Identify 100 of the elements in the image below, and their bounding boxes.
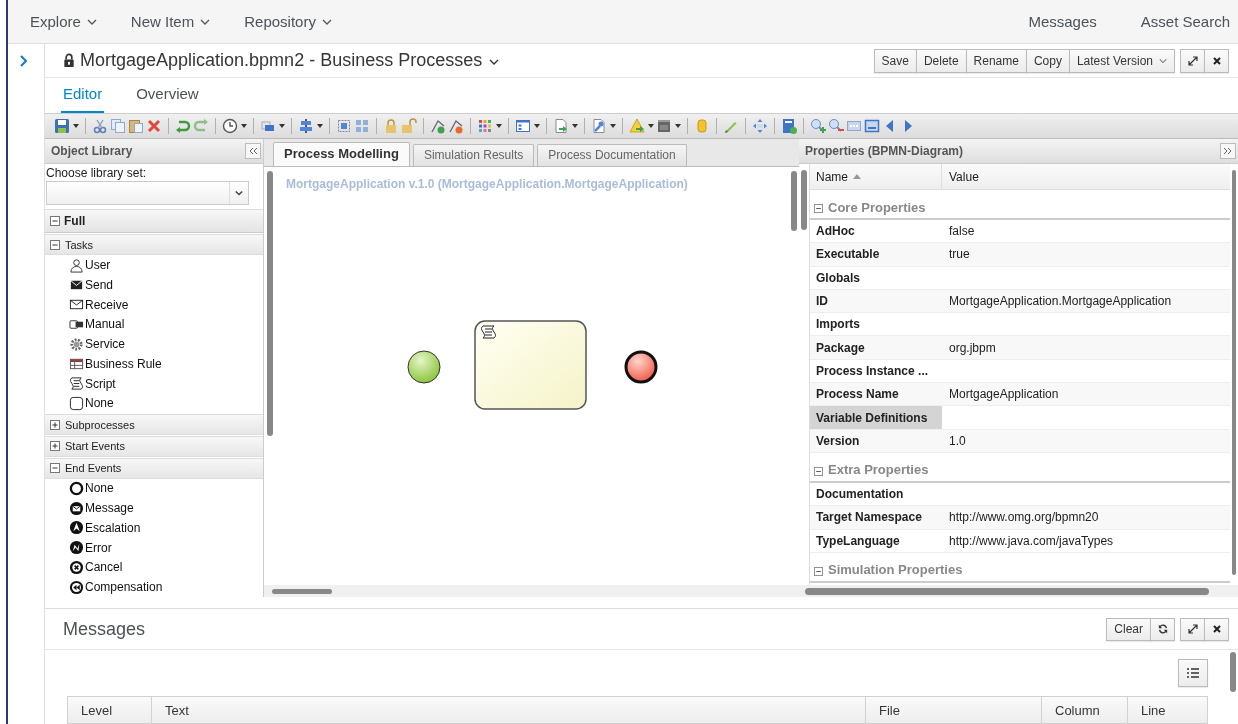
action-button[interactable]: Save — [873, 48, 917, 73]
circle-icon[interactable] — [69, 480, 84, 496]
version-dropdown[interactable]: Latest Version — [1068, 48, 1175, 73]
property-value[interactable]: 1.0 — [949, 433, 966, 448]
column-header[interactable]: Value — [942, 164, 1230, 189]
section-header[interactable]: Core Properties — [810, 190, 1230, 220]
clock-icon[interactable] — [222, 117, 238, 134]
library-item[interactable]: Send — [85, 277, 114, 292]
library-item[interactable]: Business Rule — [85, 356, 162, 371]
start-event[interactable] — [407, 350, 441, 384]
library-item[interactable]: User — [85, 258, 111, 273]
editor-title[interactable]: MortgageApplication.bpmn2 - Business Processes — [80, 50, 483, 72]
property-value[interactable]: true — [949, 247, 970, 262]
chevron-down-icon[interactable] — [489, 59, 500, 66]
caret-icon[interactable] — [241, 123, 247, 128]
gear-icon[interactable] — [69, 336, 84, 352]
paste-icon[interactable] — [128, 117, 144, 134]
library-item[interactable]: Escalation — [85, 520, 141, 535]
caret-icon[interactable] — [675, 123, 681, 128]
property-name[interactable]: Package — [810, 336, 942, 359]
delete-icon[interactable] — [146, 117, 162, 134]
save-icon[interactable] — [54, 117, 70, 134]
property-name[interactable]: ID — [810, 289, 942, 313]
library-item[interactable]: Cancel — [85, 560, 123, 575]
user-icon[interactable] — [69, 257, 84, 273]
column-header[interactable]: Line — [1128, 697, 1207, 723]
library-item[interactable]: Script — [85, 376, 116, 391]
property-name[interactable]: Process Instance ... — [810, 359, 942, 383]
group-header[interactable]: Start Events — [45, 435, 263, 457]
group-header[interactable]: Tasks — [45, 234, 263, 256]
end-event[interactable] — [624, 350, 658, 384]
property-value[interactable]: MortgageApplication — [949, 387, 1059, 402]
close-button[interactable] — [1204, 48, 1229, 73]
library-item[interactable]: Error — [85, 540, 112, 555]
column-header[interactable]: Text — [152, 697, 866, 723]
property-name[interactable]: Target Namespace — [810, 506, 942, 529]
editor-tab[interactable]: Overview — [134, 84, 215, 113]
scrollbar[interactable] — [791, 171, 797, 231]
column-header[interactable]: Name — [810, 164, 942, 189]
scrollbar[interactable] — [267, 171, 273, 436]
refresh-button[interactable] — [1150, 617, 1175, 641]
property-value[interactable]: org.jbpm — [949, 340, 996, 355]
nav-menu[interactable]: Explore — [30, 13, 97, 30]
column-header[interactable]: File — [866, 697, 1042, 723]
library-item[interactable]: None — [85, 396, 114, 411]
zoom-in-icon[interactable] — [810, 117, 826, 134]
property-name[interactable]: AdHoc — [810, 220, 942, 243]
caret-icon[interactable] — [279, 123, 285, 128]
scrollbar[interactable] — [805, 587, 1209, 595]
property-name[interactable]: TypeLanguage — [810, 529, 942, 552]
cut-icon[interactable] — [92, 117, 108, 134]
library-set-header[interactable]: Full — [45, 208, 263, 234]
property-name[interactable]: Globals — [810, 266, 942, 289]
library-item[interactable]: Receive — [85, 297, 129, 312]
property-value[interactable]: http://www.java.com/javaTypes — [949, 533, 1114, 548]
film-icon[interactable] — [656, 117, 672, 134]
error-icon[interactable] — [69, 540, 84, 556]
library-item[interactable]: None — [85, 481, 114, 496]
property-name[interactable]: Process Name — [810, 383, 942, 406]
caret-icon[interactable] — [534, 123, 540, 128]
property-name[interactable]: Imports — [810, 313, 942, 336]
form-icon[interactable] — [515, 117, 531, 134]
scrollbar[interactable] — [1232, 170, 1236, 575]
caret-icon[interactable] — [572, 123, 578, 128]
align-icon[interactable] — [298, 117, 314, 134]
canvas-tab[interactable]: Simulation Results — [412, 144, 535, 166]
property-value[interactable]: MortgageApplication.MortgageApplication — [949, 294, 1172, 309]
nav-menu[interactable]: Repository — [244, 13, 332, 30]
nav-link[interactable]: Asset Search — [1140, 13, 1230, 30]
library-item[interactable]: Message — [85, 501, 134, 516]
group-icon[interactable] — [336, 117, 352, 134]
maximize-button[interactable] — [1180, 617, 1205, 641]
chevron-right-icon[interactable] — [19, 55, 27, 67]
nav-menu[interactable]: New Item — [130, 13, 211, 30]
caret-icon[interactable] — [496, 123, 502, 128]
canvas-tab[interactable]: Process Documentation — [537, 144, 687, 166]
close-button[interactable] — [1204, 617, 1229, 641]
column-header[interactable]: Column — [1042, 697, 1128, 723]
group-header[interactable]: End Events — [45, 457, 263, 479]
caret-icon[interactable] — [73, 123, 79, 128]
zoom-out-icon[interactable] — [828, 117, 844, 134]
script-task[interactable] — [474, 320, 587, 410]
caret-icon[interactable] — [610, 123, 616, 128]
script-icon[interactable] — [69, 376, 84, 392]
group-header[interactable]: Subprocesses — [45, 414, 263, 435]
clear-button[interactable]: Clear — [1106, 617, 1151, 641]
library-item[interactable]: Service — [85, 337, 125, 352]
maximize-button[interactable] — [1180, 48, 1205, 73]
library-item[interactable]: Manual — [85, 317, 125, 332]
list-button[interactable] — [1178, 659, 1208, 687]
add-document-icon[interactable] — [781, 117, 797, 134]
nav-link[interactable]: Messages — [1028, 13, 1097, 30]
table-icon[interactable] — [69, 356, 84, 372]
action-button[interactable]: Delete — [915, 48, 967, 73]
property-value[interactable]: false — [949, 224, 975, 239]
property-name[interactable]: Documentation — [810, 482, 942, 506]
action-button[interactable]: Rename — [965, 48, 1027, 73]
envelope-icon[interactable] — [69, 500, 84, 516]
property-value[interactable]: http://www.omg.org/bpmn20 — [949, 510, 1099, 525]
wrench-icon[interactable] — [591, 117, 607, 134]
